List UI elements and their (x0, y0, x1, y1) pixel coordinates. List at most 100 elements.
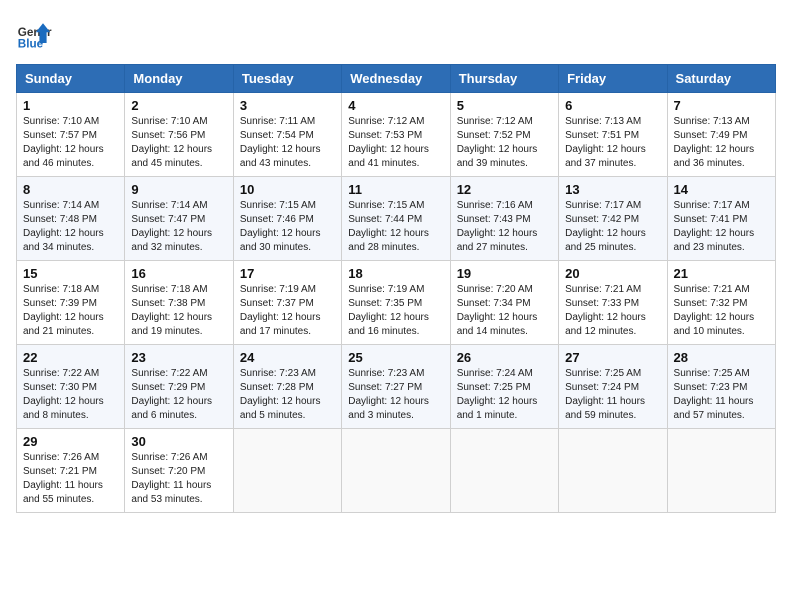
day-info: Sunrise: 7:14 AM Sunset: 7:47 PM Dayligh… (131, 199, 226, 255)
day-number: 1 (23, 98, 118, 113)
day-info: Sunrise: 7:22 AM Sunset: 7:29 PM Dayligh… (131, 367, 226, 423)
calendar-cell: 2Sunrise: 7:10 AM Sunset: 7:56 PM Daylig… (125, 93, 233, 177)
day-info: Sunrise: 7:17 AM Sunset: 7:41 PM Dayligh… (674, 199, 769, 255)
calendar-cell: 28 Sunrise: 7:25 AM Sunset: 7:23 PM Dayli… (667, 345, 775, 429)
day-number: 19 (457, 266, 552, 281)
weekday-header-tuesday: Tuesday (233, 65, 341, 93)
calendar-cell (342, 429, 450, 513)
logo-icon: General Blue (16, 16, 52, 52)
day-info: Sunrise: 7:12 AM Sunset: 7:53 PM Dayligh… (348, 115, 443, 171)
calendar-cell: 20 Sunrise: 7:21 AM Sunset: 7:33 PM Dayli… (559, 261, 667, 345)
day-number: 17 (240, 266, 335, 281)
calendar-table: SundayMondayTuesdayWednesdayThursdayFrid… (16, 64, 776, 513)
day-info: Sunrise: 7:10 AM Sunset: 7:57 PM Dayligh… (23, 115, 118, 171)
weekday-header-wednesday: Wednesday (342, 65, 450, 93)
day-number: 4 (348, 98, 443, 113)
day-info: Sunrise: 7:21 AM Sunset: 7:32 PM Dayligh… (674, 283, 769, 339)
day-info: Sunrise: 7:14 AM Sunset: 7:48 PM Dayligh… (23, 199, 118, 255)
calendar-cell: 30 Sunrise: 7:26 AM Sunset: 7:20 PM Dayli… (125, 429, 233, 513)
day-info: Sunrise: 7:19 AM Sunset: 7:37 PM Dayligh… (240, 283, 335, 339)
day-number: 2 (131, 98, 226, 113)
day-number: 25 (348, 350, 443, 365)
calendar-cell: 1 Sunrise: 7:10 AM Sunset: 7:57 PM Daylig… (17, 93, 125, 177)
weekday-header-friday: Friday (559, 65, 667, 93)
calendar-cell: 7 Sunrise: 7:13 AM Sunset: 7:49 PM Daylig… (667, 93, 775, 177)
day-info: Sunrise: 7:13 AM Sunset: 7:49 PM Dayligh… (674, 115, 769, 171)
calendar-cell: 14 Sunrise: 7:17 AM Sunset: 7:41 PM Dayli… (667, 177, 775, 261)
day-number: 24 (240, 350, 335, 365)
day-number: 22 (23, 350, 118, 365)
calendar-cell: 11 Sunrise: 7:15 AM Sunset: 7:44 PM Dayli… (342, 177, 450, 261)
calendar-cell: 15 Sunrise: 7:18 AM Sunset: 7:39 PM Dayli… (17, 261, 125, 345)
day-info: Sunrise: 7:18 AM Sunset: 7:38 PM Dayligh… (131, 283, 226, 339)
day-info: Sunrise: 7:17 AM Sunset: 7:42 PM Dayligh… (565, 199, 660, 255)
day-number: 15 (23, 266, 118, 281)
calendar-cell: 22 Sunrise: 7:22 AM Sunset: 7:30 PM Dayli… (17, 345, 125, 429)
day-number: 12 (457, 182, 552, 197)
day-number: 23 (131, 350, 226, 365)
day-info: Sunrise: 7:13 AM Sunset: 7:51 PM Dayligh… (565, 115, 660, 171)
weekday-header-saturday: Saturday (667, 65, 775, 93)
day-number: 9 (131, 182, 226, 197)
calendar-cell: 12 Sunrise: 7:16 AM Sunset: 7:43 PM Dayli… (450, 177, 558, 261)
day-info: Sunrise: 7:26 AM Sunset: 7:20 PM Dayligh… (131, 451, 226, 507)
calendar-cell (559, 429, 667, 513)
calendar-cell: 18 Sunrise: 7:19 AM Sunset: 7:35 PM Dayli… (342, 261, 450, 345)
calendar-cell: 17 Sunrise: 7:19 AM Sunset: 7:37 PM Dayli… (233, 261, 341, 345)
day-info: Sunrise: 7:25 AM Sunset: 7:23 PM Dayligh… (674, 367, 769, 423)
day-info: Sunrise: 7:25 AM Sunset: 7:24 PM Dayligh… (565, 367, 660, 423)
calendar-cell: 29 Sunrise: 7:26 AM Sunset: 7:21 PM Dayli… (17, 429, 125, 513)
weekday-header-thursday: Thursday (450, 65, 558, 93)
day-number: 10 (240, 182, 335, 197)
day-number: 20 (565, 266, 660, 281)
calendar-cell: 13 Sunrise: 7:17 AM Sunset: 7:42 PM Dayli… (559, 177, 667, 261)
day-number: 13 (565, 182, 660, 197)
calendar-cell: 8 Sunrise: 7:14 AM Sunset: 7:48 PM Daylig… (17, 177, 125, 261)
day-number: 18 (348, 266, 443, 281)
day-info: Sunrise: 7:23 AM Sunset: 7:28 PM Dayligh… (240, 367, 335, 423)
calendar-cell: 26Sunrise: 7:24 AM Sunset: 7:25 PM Dayli… (450, 345, 558, 429)
day-number: 8 (23, 182, 118, 197)
day-info: Sunrise: 7:15 AM Sunset: 7:44 PM Dayligh… (348, 199, 443, 255)
day-number: 7 (674, 98, 769, 113)
calendar-cell: 9 Sunrise: 7:14 AM Sunset: 7:47 PM Daylig… (125, 177, 233, 261)
day-number: 28 (674, 350, 769, 365)
calendar-cell (233, 429, 341, 513)
day-info: Sunrise: 7:22 AM Sunset: 7:30 PM Dayligh… (23, 367, 118, 423)
day-info: Sunrise: 7:18 AM Sunset: 7:39 PM Dayligh… (23, 283, 118, 339)
day-info: Sunrise: 7:26 AM Sunset: 7:21 PM Dayligh… (23, 451, 118, 507)
calendar-cell (450, 429, 558, 513)
calendar-cell: 5 Sunrise: 7:12 AM Sunset: 7:52 PM Daylig… (450, 93, 558, 177)
day-info: Sunrise: 7:21 AM Sunset: 7:33 PM Dayligh… (565, 283, 660, 339)
day-number: 6 (565, 98, 660, 113)
day-number: 5 (457, 98, 552, 113)
day-number: 27 (565, 350, 660, 365)
day-number: 29 (23, 434, 118, 449)
calendar-cell: 23 Sunrise: 7:22 AM Sunset: 7:29 PM Dayli… (125, 345, 233, 429)
calendar-cell: 6 Sunrise: 7:13 AM Sunset: 7:51 PM Daylig… (559, 93, 667, 177)
calendar-cell: 10 Sunrise: 7:15 AM Sunset: 7:46 PM Dayli… (233, 177, 341, 261)
calendar-cell: 27 Sunrise: 7:25 AM Sunset: 7:24 PM Dayli… (559, 345, 667, 429)
weekday-header-monday: Monday (125, 65, 233, 93)
day-info: Sunrise: 7:16 AM Sunset: 7:43 PM Dayligh… (457, 199, 552, 255)
day-number: 30 (131, 434, 226, 449)
calendar-cell: 3 Sunrise: 7:11 AM Sunset: 7:54 PM Daylig… (233, 93, 341, 177)
day-number: 11 (348, 182, 443, 197)
day-number: 3 (240, 98, 335, 113)
day-info: Sunrise: 7:12 AM Sunset: 7:52 PM Dayligh… (457, 115, 552, 171)
day-info: Sunrise: 7:11 AM Sunset: 7:54 PM Dayligh… (240, 115, 335, 171)
logo: General Blue (16, 16, 52, 52)
calendar-cell: 19Sunrise: 7:20 AM Sunset: 7:34 PM Dayli… (450, 261, 558, 345)
day-info: Sunrise: 7:24 AM Sunset: 7:25 PM Dayligh… (457, 367, 552, 423)
calendar-cell: 25Sunrise: 7:23 AM Sunset: 7:27 PM Dayli… (342, 345, 450, 429)
day-info: Sunrise: 7:15 AM Sunset: 7:46 PM Dayligh… (240, 199, 335, 255)
calendar-cell: 24 Sunrise: 7:23 AM Sunset: 7:28 PM Dayli… (233, 345, 341, 429)
weekday-header-sunday: Sunday (17, 65, 125, 93)
calendar-cell: 16 Sunrise: 7:18 AM Sunset: 7:38 PM Dayli… (125, 261, 233, 345)
day-number: 21 (674, 266, 769, 281)
calendar-cell (667, 429, 775, 513)
day-info: Sunrise: 7:19 AM Sunset: 7:35 PM Dayligh… (348, 283, 443, 339)
day-number: 16 (131, 266, 226, 281)
calendar-cell: 21 Sunrise: 7:21 AM Sunset: 7:32 PM Dayli… (667, 261, 775, 345)
day-number: 14 (674, 182, 769, 197)
